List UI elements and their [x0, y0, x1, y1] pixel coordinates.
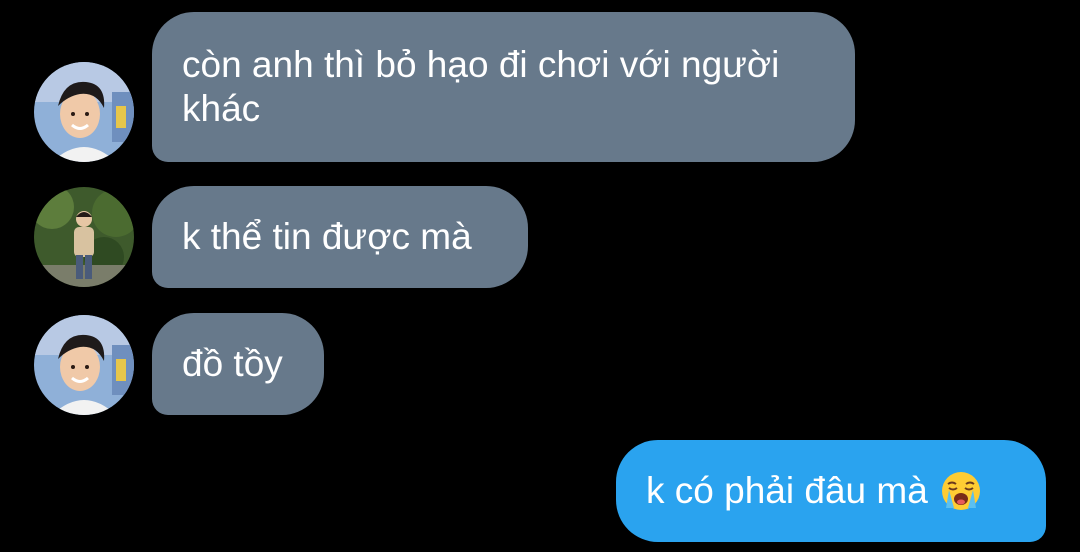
- message-text: đồ tồy: [182, 343, 283, 384]
- message-bubble-outgoing[interactable]: k có phải đâu mà: [616, 440, 1046, 542]
- message-text: k có phải đâu mà: [646, 470, 928, 511]
- avatar[interactable]: [34, 187, 134, 287]
- loudly-crying-face-icon: [940, 470, 982, 512]
- message-bubble-incoming[interactable]: k thể tin được mà: [152, 186, 528, 288]
- avatar[interactable]: [34, 62, 134, 162]
- person-outdoor-avatar-icon: [34, 187, 134, 287]
- person-avatar-icon: [34, 62, 134, 162]
- person-avatar-icon: [34, 315, 134, 415]
- chat-thread: còn anh thì bỏ hạo đi chơi với người khá…: [0, 0, 1080, 552]
- message-bubble-incoming[interactable]: còn anh thì bỏ hạo đi chơi với người khá…: [152, 12, 855, 162]
- message-text: k thể tin được mà: [182, 216, 472, 257]
- message-text: còn anh thì bỏ hạo đi chơi với người khá…: [182, 44, 780, 129]
- avatar[interactable]: [34, 315, 134, 415]
- message-bubble-incoming[interactable]: đồ tồy: [152, 313, 324, 415]
